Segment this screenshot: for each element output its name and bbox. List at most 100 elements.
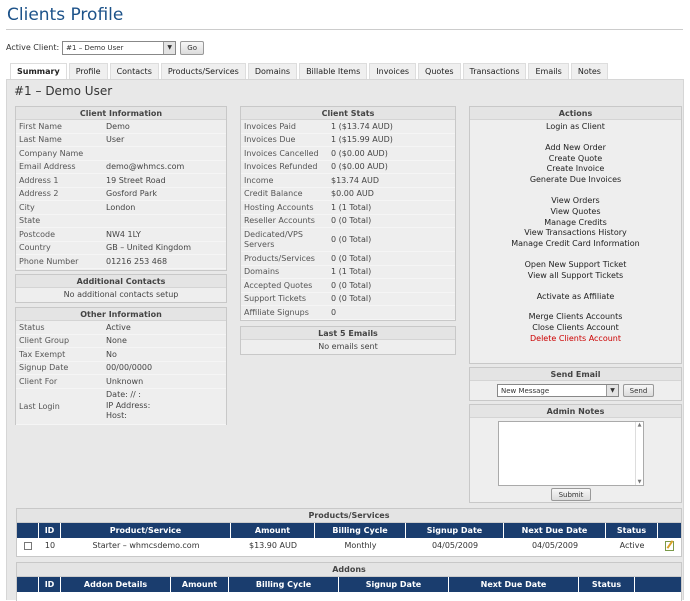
row-edit-cell (658, 538, 681, 553)
row-checkbox[interactable] (24, 541, 32, 550)
stats-row: Accepted Quotes 0 (0 Total) (241, 279, 455, 293)
col-next-due-date[interactable]: Next Due Date (449, 577, 579, 592)
stat-label: Invoices Refunded (244, 162, 318, 172)
login-as-client-link[interactable]: Login as Client (470, 122, 681, 133)
email-template-select[interactable]: New Message ▼ (497, 384, 619, 397)
stat-label: Affiliate Signups (244, 307, 309, 317)
textarea-scrollbar[interactable]: ▲ ▼ (635, 422, 643, 485)
view-quotes-link[interactable]: View Quotes (470, 207, 681, 218)
open-support-ticket-link[interactable]: Open New Support Ticket (470, 260, 681, 271)
products-services-title: Products/Services (17, 509, 681, 523)
generate-due-invoices-link[interactable]: Generate Due Invoices (470, 175, 681, 186)
client-info-row: City London (16, 201, 226, 215)
active-client-label: Active Client: (6, 43, 60, 52)
field-value: NW4 1LY (106, 229, 141, 239)
go-button[interactable]: Go (180, 40, 205, 55)
field-value: GB – United Kingdom (106, 243, 191, 253)
stats-row: Invoices Cancelled 0 ($0.00 AUD) (241, 147, 455, 161)
tab-quotes[interactable]: Quotes (418, 63, 461, 79)
view-transactions-history-link[interactable]: View Transactions History (470, 228, 681, 239)
admin-notes-textarea[interactable]: ▲ ▼ (498, 421, 644, 486)
field-label: Last Login (19, 401, 60, 411)
summary-panel: #1 – Demo User Client Information First … (6, 79, 684, 601)
col-actions (635, 577, 681, 592)
admin-notes-box: Admin Notes ▲ ▼ Submit (469, 404, 682, 503)
stat-label: Reseller Accounts (244, 216, 315, 226)
col-status[interactable]: Status (579, 577, 635, 592)
stats-row: Income $13.74 AUD (241, 174, 455, 188)
tab-billable-items[interactable]: Billable Items (299, 63, 368, 79)
col-billing-cycle[interactable]: Billing Cycle (315, 523, 406, 538)
stats-row: Credit Balance $0.00 AUD (241, 188, 455, 201)
tab-invoices[interactable]: Invoices (369, 63, 417, 79)
stat-label: Hosting Accounts (244, 202, 314, 212)
field-label: Tax Exempt (19, 349, 66, 359)
edit-icon[interactable] (665, 539, 674, 551)
tab-domains[interactable]: Domains (247, 63, 298, 79)
stat-value: 1 ($13.74 AUD) (331, 121, 393, 131)
actions-links: Login as Client Add New Order Create Quo… (470, 120, 681, 345)
stat-label: Invoices Cancelled (244, 148, 319, 158)
col-signup-date[interactable]: Signup Date (406, 523, 504, 538)
title-divider (6, 29, 683, 30)
other-info-row: Tax Exempt No (16, 348, 226, 362)
col-amount[interactable]: Amount (231, 523, 315, 538)
view-support-tickets-link[interactable]: View all Support Tickets (470, 271, 681, 282)
stat-label: Invoices Paid (244, 121, 296, 131)
add-new-order-link[interactable]: Add New Order (470, 143, 681, 154)
field-value: Unknown (106, 376, 144, 386)
other-info-row: Client For Unknown (16, 375, 226, 389)
send-email-button[interactable]: Send (623, 384, 654, 397)
stats-row: Domains 1 (1 Total) (241, 266, 455, 279)
delete-client-account-link[interactable]: Delete Clients Account (470, 334, 681, 345)
field-value: London (106, 202, 136, 212)
create-invoice-link[interactable]: Create Invoice (470, 164, 681, 175)
tab-contacts[interactable]: Contacts (109, 63, 159, 79)
col-next-due-date[interactable]: Next Due Date (504, 523, 606, 538)
activate-affiliate-link[interactable]: Activate as Affiliate (470, 292, 681, 303)
field-value: 00/00/0000 (106, 363, 153, 373)
close-client-account-link[interactable]: Close Clients Account (470, 323, 681, 334)
row-product[interactable]: Starter – whmcsdemo.com (61, 538, 231, 553)
send-email-controls: New Message ▼ Send (470, 384, 681, 397)
row-id: 10 (44, 541, 56, 550)
stat-value: 0 ($0.00 AUD) (331, 148, 388, 158)
col-billing-cycle[interactable]: Billing Cycle (229, 577, 339, 592)
client-information-title: Client Information (16, 107, 226, 120)
col-product[interactable]: Product/Service (61, 523, 231, 538)
manage-credits-link[interactable]: Manage Credits (470, 218, 681, 229)
field-label: State (19, 216, 41, 226)
col-status[interactable]: Status (606, 523, 658, 538)
tab-products-services[interactable]: Products/Services (160, 63, 246, 79)
view-orders-link[interactable]: View Orders (470, 196, 681, 207)
field-label: Phone Number (19, 256, 79, 266)
col-addon-details[interactable]: Addon Details (61, 577, 171, 592)
tab-summary[interactable]: Summary (10, 63, 67, 79)
stat-value: 0 (0 Total) (331, 280, 372, 290)
tab-emails[interactable]: Emails (528, 63, 569, 79)
col-amount[interactable]: Amount (171, 577, 229, 592)
field-label: Client Group (19, 336, 70, 346)
merge-clients-link[interactable]: Merge Clients Accounts (470, 312, 681, 323)
page-title: Clients Profile (7, 5, 124, 25)
last-emails-text: No emails sent (318, 342, 378, 351)
client-info-row: Email Address demo@whmcs.com (16, 161, 226, 174)
stat-label: Products/Services (244, 253, 315, 263)
col-select (17, 577, 39, 592)
col-signup-date[interactable]: Signup Date (339, 577, 449, 592)
addons-title: Addons (17, 563, 681, 577)
tab-profile[interactable]: Profile (68, 63, 108, 79)
tab-notes[interactable]: Notes (570, 63, 608, 79)
field-label: Email Address (19, 162, 76, 172)
col-id[interactable]: ID (39, 523, 61, 538)
stats-row: Invoices Due 1 ($15.99 AUD) (241, 134, 455, 147)
create-quote-link[interactable]: Create Quote (470, 154, 681, 165)
active-client-row: Active Client: #1 – Demo User ▼ Go (6, 40, 205, 55)
client-info-row: Phone Number 01216 253 468 (16, 255, 226, 269)
stat-value: 1 (1 Total) (331, 202, 372, 212)
manage-credit-card-link[interactable]: Manage Credit Card Information (470, 239, 681, 250)
active-client-select[interactable]: #1 – Demo User ▼ (62, 40, 177, 55)
col-id[interactable]: ID (39, 577, 61, 592)
admin-notes-submit-button[interactable]: Submit (551, 488, 591, 501)
tab-transactions[interactable]: Transactions (462, 63, 527, 79)
